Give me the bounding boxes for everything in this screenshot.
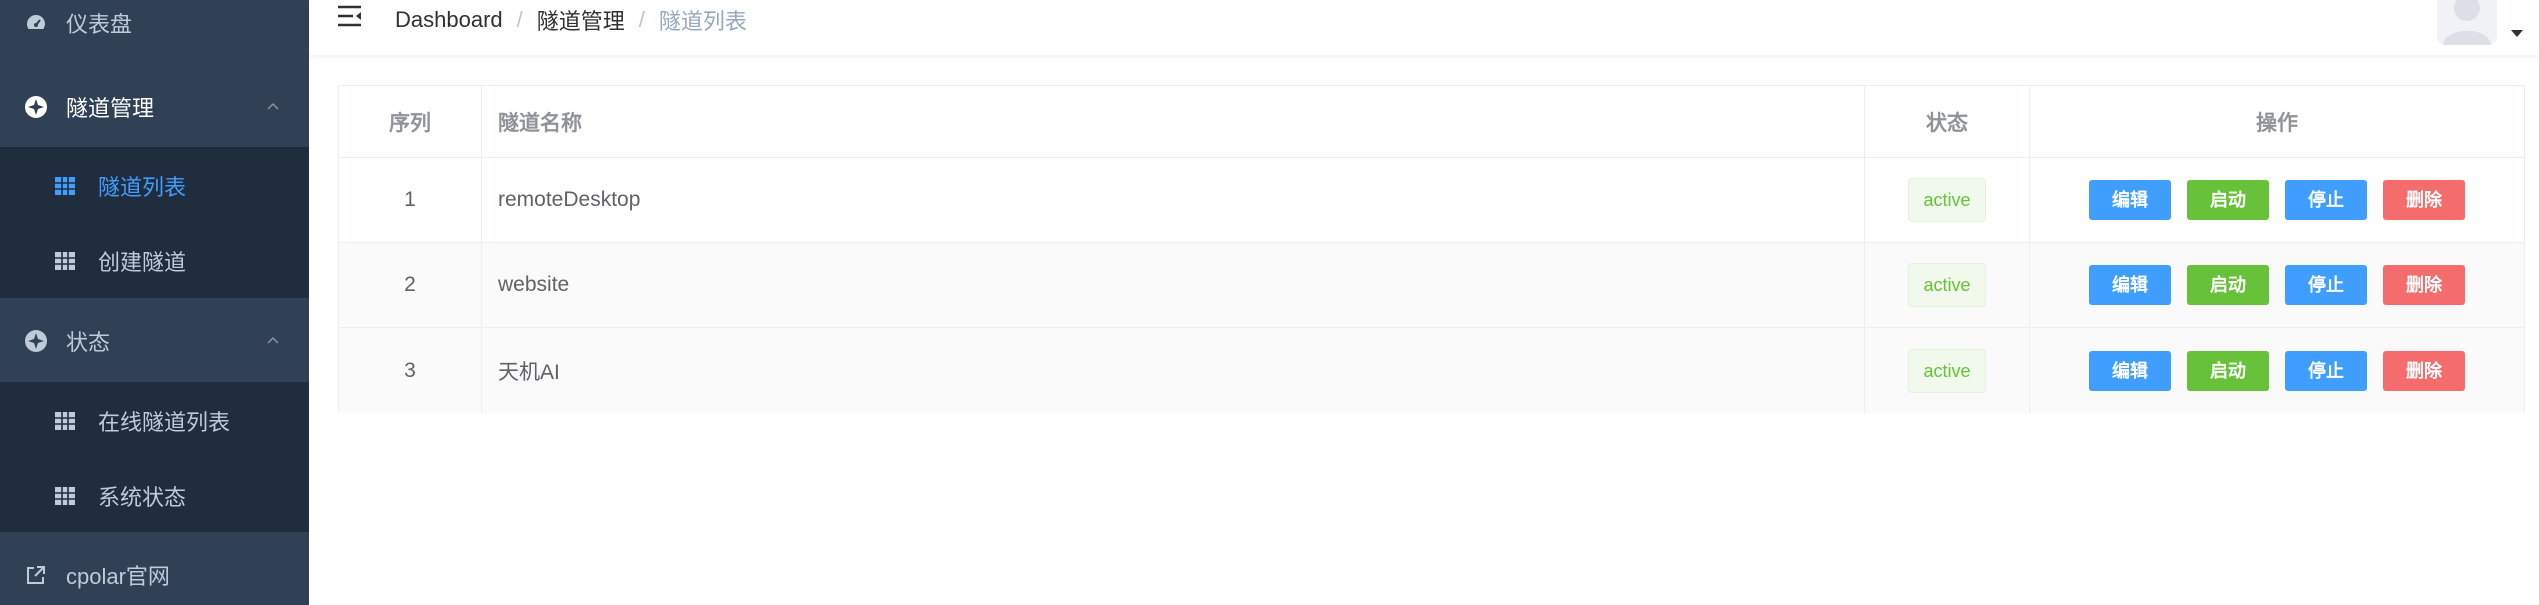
sidebar-item-label: 仪表盘 [66, 12, 133, 37]
row-index: 3 [339, 328, 482, 413]
row-status-cell: active [1865, 328, 2030, 413]
edit-button[interactable]: 编辑 [2089, 265, 2171, 305]
status-badge: active [1908, 178, 1986, 222]
caret-down-icon[interactable] [2511, 30, 2523, 37]
status-badge: active [1908, 348, 1986, 393]
table-row: 3 天机AI active 编辑 启动 停止 删除 [339, 328, 2524, 413]
sidebar-item-tunnel-list[interactable]: 隧道列表 [0, 148, 309, 223]
row-tunnel-name: website [482, 243, 1865, 327]
sidebar: 仪表盘 隧道管理 隧道列表 创建隧道 状态 在线隧道列表 系统状态 cpolar… [0, 0, 309, 605]
sidebar-item-status[interactable]: 状态 [0, 296, 309, 386]
chevron-up-icon [267, 102, 279, 110]
row-index: 2 [339, 243, 482, 327]
row-tunnel-name: remoteDesktop [482, 158, 1865, 242]
breadcrumb-dashboard[interactable]: Dashboard [395, 7, 503, 33]
hamburger-icon[interactable] [335, 2, 365, 32]
delete-button[interactable]: 删除 [2383, 180, 2465, 220]
edit-button[interactable]: 编辑 [2089, 180, 2171, 220]
tunnel-table: 序列 隧道名称 状态 操作 1 remoteDesktop active 编辑 … [338, 85, 2525, 413]
start-button[interactable]: 启动 [2187, 350, 2269, 391]
navbar: Dashboard / 隧道管理 / 隧道列表 [309, 0, 2539, 55]
sidebar-item-dashboard[interactable]: 仪表盘 [0, 0, 309, 68]
sidebar-item-label: 创建隧道 [98, 249, 187, 275]
status-icon [24, 329, 48, 353]
sidebar-item-label: 系统状态 [98, 484, 187, 510]
stop-button[interactable]: 停止 [2285, 180, 2367, 220]
sidebar-item-label: cpolar官网 [66, 564, 170, 589]
grid-icon [55, 411, 75, 430]
sidebar-item-cpolar-site[interactable]: cpolar官网 [0, 530, 309, 605]
row-actions: 编辑 启动 停止 删除 [2030, 158, 2524, 242]
row-index: 1 [339, 158, 482, 242]
sidebar-item-tunnel-management[interactable]: 隧道管理 [0, 62, 309, 152]
table-header-row: 序列 隧道名称 状态 操作 [339, 86, 2524, 158]
table-row: 1 remoteDesktop active 编辑 启动 停止 删除 [339, 158, 2524, 243]
column-header-status: 状态 [1865, 86, 2030, 157]
row-status-cell: active [1865, 243, 2030, 327]
breadcrumb-separator: / [516, 7, 523, 32]
user-avatar-icon [2443, 0, 2491, 45]
table-row: 2 website active 编辑 启动 停止 删除 [339, 243, 2524, 328]
external-link-icon [24, 563, 48, 587]
sidebar-item-label: 状态 [66, 330, 111, 355]
tunnel-management-icon [24, 95, 48, 119]
row-actions: 编辑 启动 停止 删除 [2030, 243, 2524, 327]
sidebar-item-online-tunnels[interactable]: 在线隧道列表 [0, 383, 309, 458]
stop-button[interactable]: 停止 [2285, 265, 2367, 305]
breadcrumb: Dashboard / 隧道管理 / 隧道列表 [395, 4, 747, 36]
column-header-actions: 操作 [2256, 111, 2298, 135]
grid-icon [55, 251, 75, 270]
sidebar-item-label: 在线隧道列表 [98, 409, 231, 435]
column-header-name: 隧道名称 [482, 86, 1865, 157]
chevron-up-icon [267, 336, 279, 344]
sidebar-item-label: 隧道管理 [66, 96, 155, 121]
start-button[interactable]: 启动 [2187, 180, 2269, 220]
column-header-index: 序列 [339, 86, 482, 157]
avatar[interactable] [2437, 0, 2497, 45]
row-status-cell: active [1865, 158, 2030, 242]
breadcrumb-current: 隧道列表 [658, 9, 747, 34]
row-actions: 编辑 启动 停止 删除 [2030, 328, 2524, 413]
status-badge: active [1908, 263, 1986, 307]
sidebar-item-label: 隧道列表 [98, 174, 187, 200]
dashboard-icon [24, 11, 48, 35]
sidebar-item-create-tunnel[interactable]: 创建隧道 [0, 223, 309, 298]
grid-icon [55, 176, 75, 195]
start-button[interactable]: 启动 [2187, 265, 2269, 305]
stop-button[interactable]: 停止 [2285, 350, 2367, 391]
grid-icon [55, 486, 75, 505]
breadcrumb-tunnel-management[interactable]: 隧道管理 [537, 4, 625, 36]
breadcrumb-separator: / [638, 7, 645, 32]
delete-button[interactable]: 删除 [2383, 265, 2465, 305]
sidebar-item-system-status[interactable]: 系统状态 [0, 458, 309, 533]
edit-button[interactable]: 编辑 [2089, 350, 2171, 391]
row-tunnel-name: 天机AI [482, 328, 1865, 413]
delete-button[interactable]: 删除 [2383, 350, 2465, 391]
